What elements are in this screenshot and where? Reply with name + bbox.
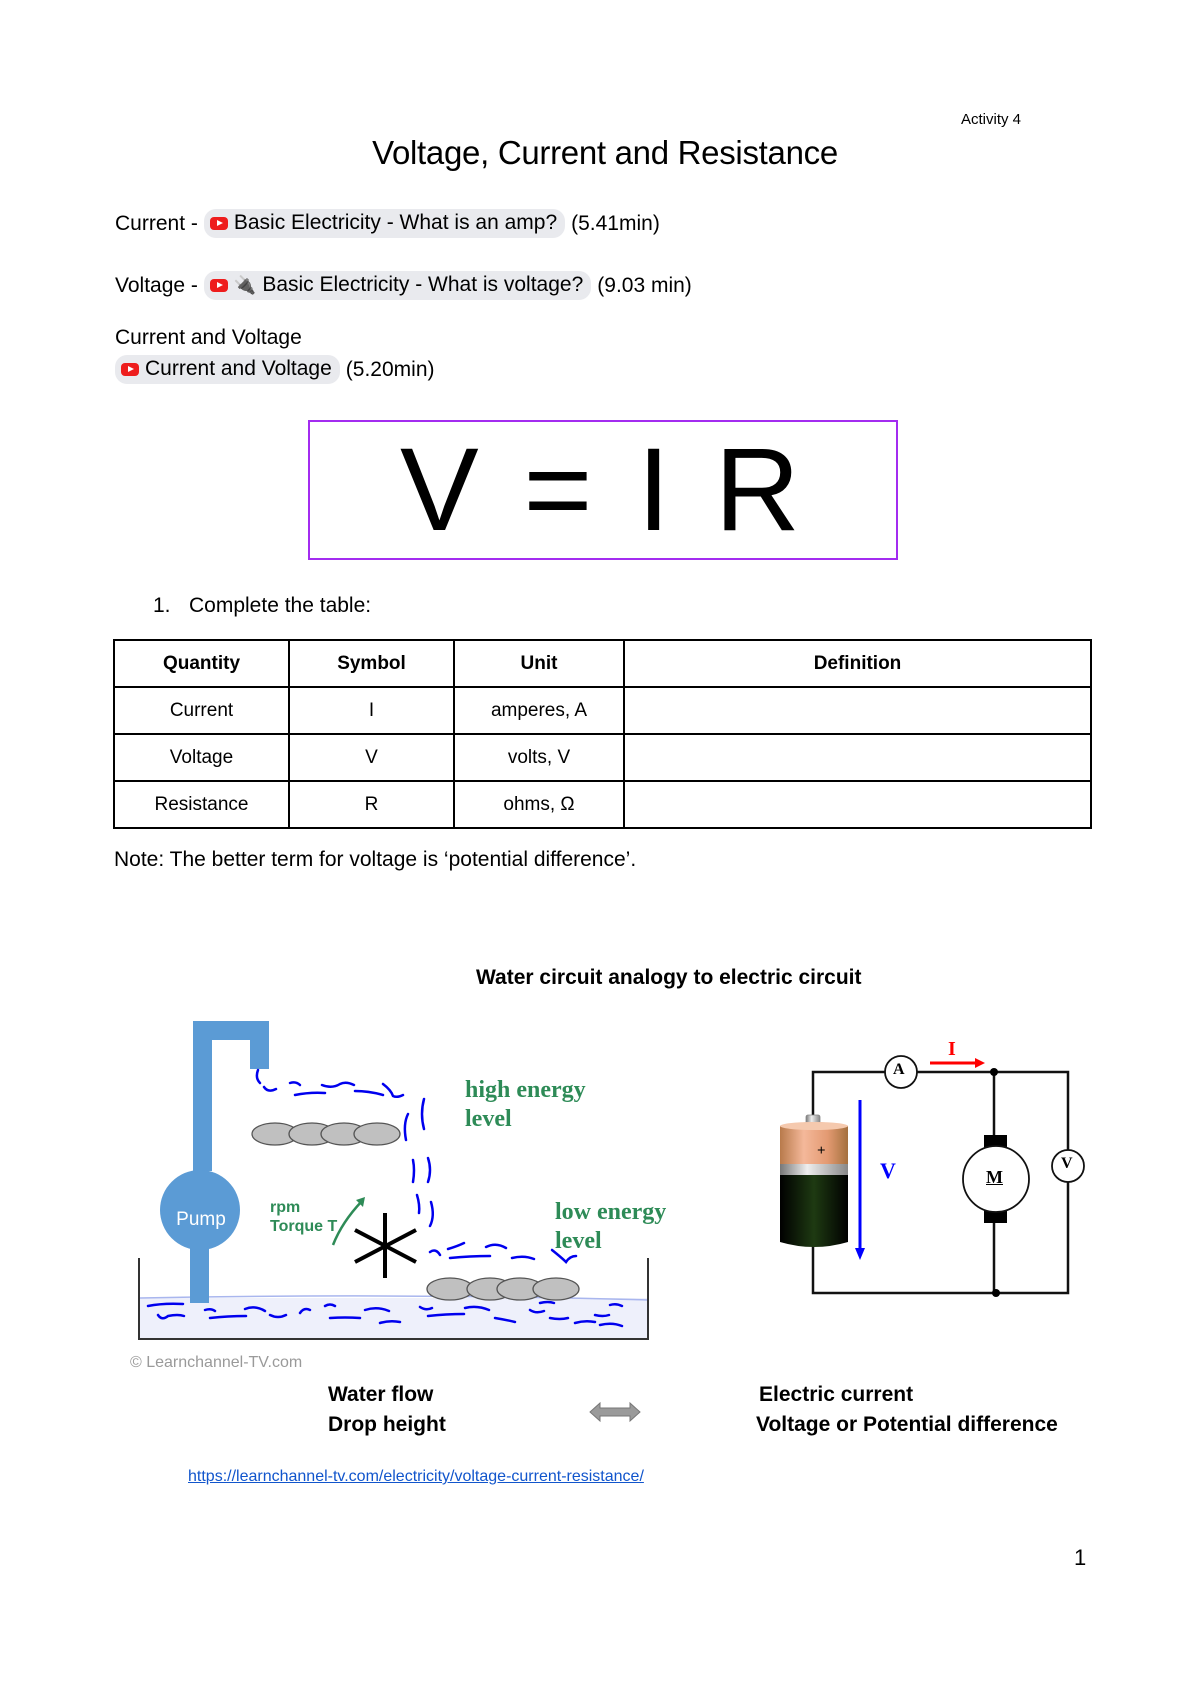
analogy-electric: Electric current Voltage or Potential di… (756, 1380, 1058, 1440)
torque-label: Torque T (270, 1218, 338, 1235)
pump-pipe (190, 1021, 269, 1303)
motor-label: M (986, 1167, 1003, 1187)
low-energy-line1: low energy (555, 1199, 667, 1225)
analogy-water: Water flow Drop height (328, 1380, 446, 1440)
page-number: 1 (1074, 1545, 1087, 1570)
voltage-arrowhead (855, 1248, 865, 1260)
ammeter-label: A (893, 1061, 905, 1078)
circuit-wires (811, 1070, 1070, 1295)
tank-water (140, 1298, 648, 1340)
current-label: I (948, 1038, 956, 1060)
analogy-diagram (138, 1021, 1085, 1423)
low-energy-line2: level (555, 1228, 602, 1254)
analogy-water-flow: Water flow (328, 1383, 434, 1406)
stones-upper (251, 1122, 401, 1146)
double-arrow-icon (589, 1401, 641, 1423)
high-energy-label: high energy level (465, 1076, 586, 1134)
junction-top (990, 1068, 998, 1076)
torque-arrow-icon (331, 1200, 363, 1246)
high-energy-line1: high energy (465, 1077, 586, 1103)
low-energy-label: low energy level (555, 1198, 666, 1256)
stones-lower (426, 1277, 580, 1301)
analogy-voltage: Voltage or Potential difference (756, 1413, 1058, 1436)
source-link[interactable]: https://learnchannel-tv.com/electricity/… (188, 1468, 644, 1486)
junction-bottom (992, 1289, 1000, 1297)
voltmeter-label: V (1061, 1155, 1073, 1172)
high-energy-line2: level (465, 1106, 512, 1132)
battery-icon (780, 1114, 848, 1247)
analogy-drop-height: Drop height (328, 1413, 446, 1436)
current-arrowhead (975, 1058, 985, 1068)
rpm-label: rpm (270, 1199, 301, 1216)
analogy-electric-current: Electric current (759, 1383, 914, 1406)
turbine-wheel-icon (354, 1213, 417, 1278)
copyright-label: © Learnchannel-TV.com (130, 1354, 303, 1371)
voltage-label: V (880, 1158, 896, 1183)
pump-label: Pump (176, 1209, 226, 1230)
rpm-torque-label: rpm Torque T (270, 1198, 337, 1236)
battery-polarity: + (817, 1143, 826, 1159)
